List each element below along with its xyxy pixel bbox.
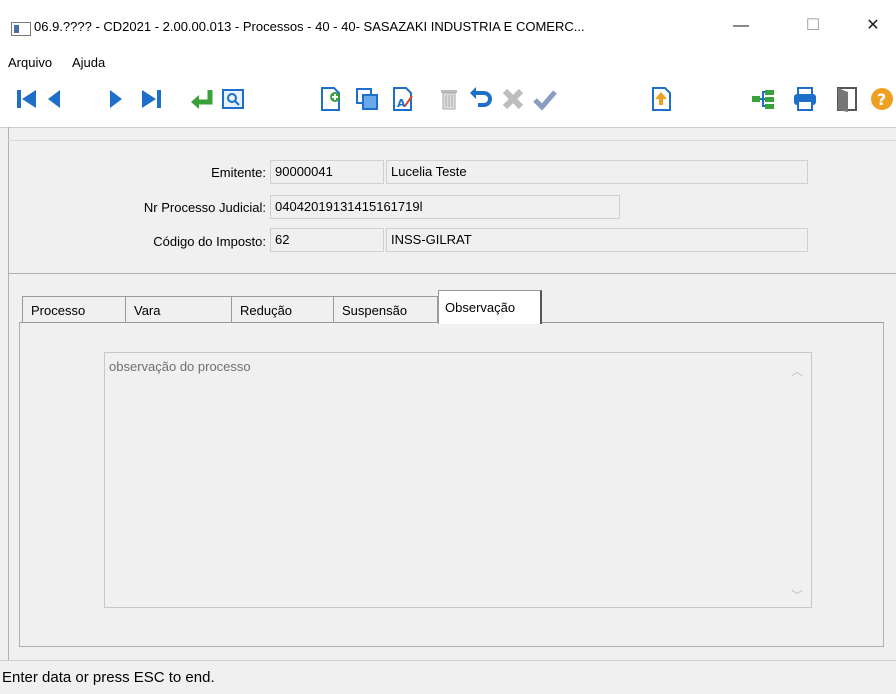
observacao-textarea[interactable]: observação do processo ︿ ﹀ xyxy=(104,352,812,608)
maximize-button[interactable]: ☐ xyxy=(790,12,836,40)
svg-text:?: ? xyxy=(877,90,886,109)
menu-ajuda[interactable]: Ajuda xyxy=(72,55,105,70)
next-record-icon[interactable] xyxy=(102,84,128,114)
tab-suspensao[interactable]: Suspensão xyxy=(334,296,438,322)
return-icon[interactable] xyxy=(188,84,214,114)
window-title: 06.9.???? - CD2021 - 2.00.00.013 - Proce… xyxy=(34,19,585,34)
copy-record-icon[interactable] xyxy=(354,84,380,114)
imposto-name-field: INSS-GILRAT xyxy=(386,228,808,252)
new-record-icon[interactable] xyxy=(318,84,344,114)
title-bar: 06.9.???? - CD2021 - 2.00.00.013 - Proce… xyxy=(0,0,896,40)
app-icon[interactable] xyxy=(11,22,31,36)
delete-record-icon[interactable] xyxy=(436,84,462,114)
emitente-code-field[interactable]: 90000041 xyxy=(270,160,384,184)
tree-icon[interactable] xyxy=(750,84,776,114)
svg-text:A: A xyxy=(397,97,406,110)
imposto-code-field[interactable]: 62 xyxy=(270,228,384,252)
first-record-icon[interactable] xyxy=(14,84,40,114)
up-arrow-icon[interactable] xyxy=(648,84,674,114)
tab-processo[interactable]: Processo xyxy=(22,296,126,322)
menu-arquivo[interactable]: Arquivo xyxy=(8,55,52,70)
observacao-text: observação do processo xyxy=(109,359,251,374)
scroll-down-icon[interactable]: ﹀ xyxy=(791,587,803,602)
imposto-label: Código do Imposto: xyxy=(153,234,266,249)
tab-vara[interactable]: Vara xyxy=(126,296,232,322)
help-icon[interactable]: ? xyxy=(868,84,896,114)
processo-field[interactable]: 04042019131415161719l xyxy=(270,195,620,219)
edit-record-icon[interactable]: A xyxy=(390,84,416,114)
minimize-button[interactable]: — xyxy=(718,12,764,40)
status-bar: Enter data or press ESC to end. xyxy=(0,660,896,688)
menu-bar: Arquivo Ajuda xyxy=(0,40,896,73)
last-record-icon[interactable] xyxy=(138,84,164,114)
undo-icon[interactable] xyxy=(468,84,494,114)
print-icon[interactable] xyxy=(792,84,818,114)
cancel-icon[interactable] xyxy=(500,84,526,114)
tab-observacao[interactable]: Observação xyxy=(438,290,542,324)
zoom-icon[interactable] xyxy=(220,84,246,114)
scroll-up-icon[interactable]: ︿ xyxy=(791,363,803,378)
emitente-label: Emitente: xyxy=(211,165,266,180)
emitente-name-field: Lucelia Teste xyxy=(386,160,808,184)
close-button[interactable]: ✕ xyxy=(850,12,896,40)
processo-label: Nr Processo Judicial: xyxy=(143,200,266,215)
confirm-icon[interactable] xyxy=(532,84,558,114)
exit-door-icon[interactable] xyxy=(834,84,860,114)
previous-record-icon[interactable] xyxy=(42,84,68,114)
tab-reducao[interactable]: Redução xyxy=(232,296,334,322)
